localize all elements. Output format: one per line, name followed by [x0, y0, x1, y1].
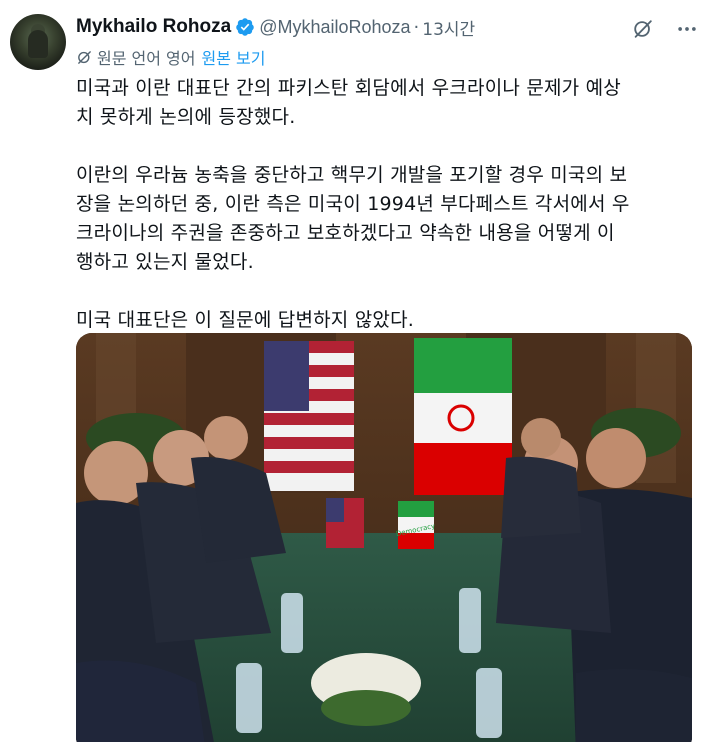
translation-label: 원문 언어 영어 [97, 49, 196, 68]
tweet-header: Mykhailo Rohoza @MykhailoRohoza · 13시간 [76, 14, 475, 40]
tweet-paragraph: 미국 대표단은 이 질문에 답변하지 않았다. [76, 309, 414, 331]
tweet-paragraph: 미국과 이란 대표단 간의 파키스탄 회담에서 우크라이나 문제가 예상 치 못… [76, 77, 621, 128]
tweet: Mykhailo Rohoza @MykhailoRohoza · 13시간 원… [0, 0, 715, 742]
handle[interactable]: @MykhailoRohoza [259, 17, 410, 38]
verified-badge-icon [236, 18, 254, 36]
avatar-figure [28, 30, 48, 58]
grok-button[interactable] [628, 14, 658, 44]
separator-dot: · [413, 16, 420, 38]
tweet-text: 미국과 이란 대표단 간의 파키스탄 회담에서 우크라이나 문제가 예상 치 못… [76, 74, 696, 364]
display-name[interactable]: Mykhailo Rohoza [76, 16, 231, 38]
show-original-link[interactable]: 원본 보기 [202, 45, 266, 69]
meeting-photo-illustration: Democracy [76, 333, 692, 742]
more-button[interactable] [672, 14, 702, 44]
more-icon [678, 27, 696, 31]
timestamp[interactable]: 13시간 [422, 15, 475, 40]
tweet-paragraph: 이란의 우라늄 농축을 중단하고 핵무기 개발을 포기할 경우 미국의 보 장을… [76, 164, 630, 273]
iran-flag [414, 338, 512, 495]
tweet-photo[interactable]: Democracy [76, 333, 692, 742]
translation-bar: 원문 언어 영어 원본 보기 [76, 45, 265, 69]
translate-icon [78, 50, 91, 64]
grok-icon [634, 20, 652, 38]
us-flag [264, 341, 354, 491]
avatar[interactable] [10, 14, 66, 70]
